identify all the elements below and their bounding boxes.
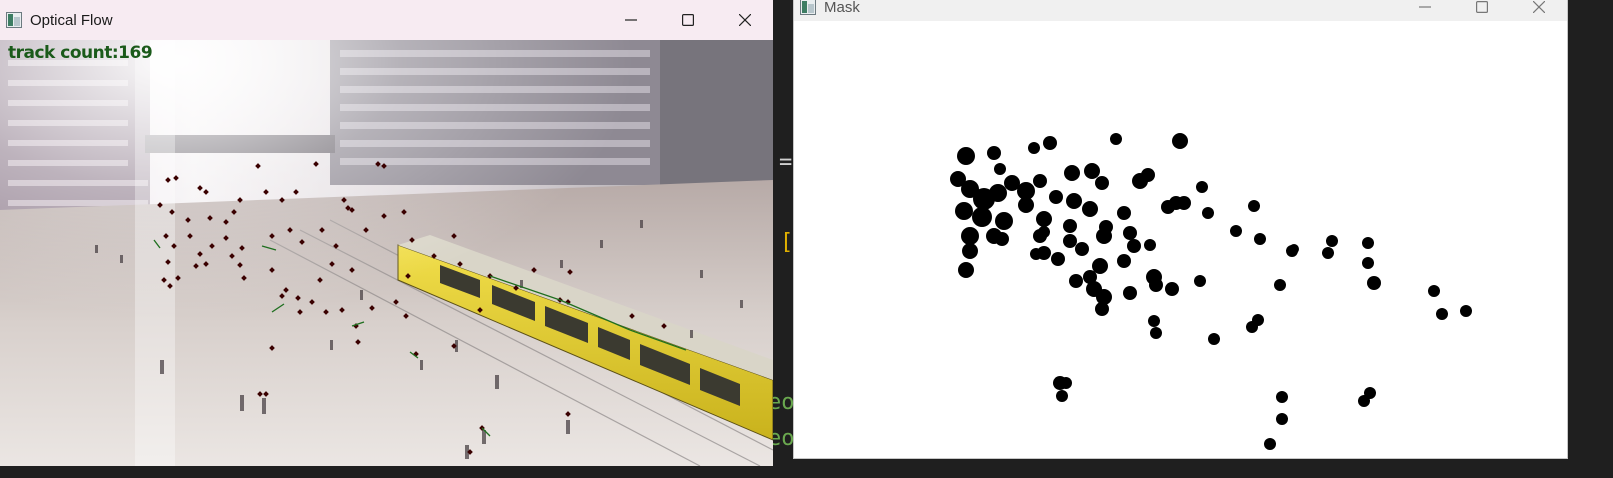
mask-blob — [1326, 235, 1338, 247]
mask-blob — [1127, 239, 1141, 253]
mask-blob — [1063, 219, 1077, 233]
mask-blob — [1148, 315, 1160, 327]
mask-blob — [1252, 314, 1264, 326]
mask-blob — [1064, 165, 1080, 181]
mask-blob — [1289, 244, 1299, 254]
mask-blob — [987, 146, 1001, 160]
close-icon — [738, 14, 751, 26]
mask-blob — [1110, 133, 1122, 145]
maximize-button[interactable] — [659, 0, 716, 40]
street-scene-image — [0, 40, 773, 466]
mask-blob — [1095, 176, 1109, 190]
window-title: Optical Flow — [30, 11, 113, 29]
mask-blob — [1066, 193, 1082, 209]
mask-blob — [995, 212, 1013, 230]
mask-blob — [1460, 305, 1472, 317]
window-controls — [1396, 0, 1567, 21]
mask-blob — [1038, 226, 1050, 238]
mask-blob — [1095, 302, 1109, 316]
mask-blob — [1165, 282, 1179, 296]
maximize-icon — [1475, 1, 1488, 13]
mask-blob — [1123, 226, 1137, 240]
mask-blob — [1177, 196, 1191, 210]
mask-blob — [1362, 237, 1374, 249]
maximize-icon — [681, 14, 694, 26]
mask-blob — [989, 184, 1007, 202]
mask-blob — [1276, 391, 1288, 403]
mask-blob — [1036, 211, 1052, 227]
mask-blob — [1264, 438, 1276, 450]
mask-blob — [1367, 276, 1381, 290]
mask-blob — [1049, 190, 1063, 204]
optical-flow-window[interactable]: Optical Flow track count:169 — [0, 0, 773, 466]
mask-blob — [1248, 200, 1260, 212]
window-controls — [602, 0, 773, 40]
close-icon — [1532, 1, 1545, 13]
mask-blob — [1362, 257, 1374, 269]
mask-blob — [1194, 275, 1206, 287]
mask-blob — [1123, 286, 1137, 300]
mask-blob — [1172, 133, 1188, 149]
mask-blob — [1075, 242, 1089, 256]
maximize-button[interactable] — [1453, 0, 1510, 21]
mask-blob — [1084, 163, 1100, 179]
mask-blob — [1149, 278, 1163, 292]
app-icon — [6, 12, 22, 28]
mask-blob — [1051, 252, 1065, 266]
code-snippet: [ — [780, 230, 794, 255]
minimize-button[interactable] — [602, 0, 659, 40]
mask-blob — [1196, 181, 1208, 193]
video-frame: track count:169 — [0, 40, 773, 466]
code-snippet: = — [779, 150, 793, 175]
mask-blob — [1436, 308, 1448, 320]
mask-blob — [1141, 168, 1155, 182]
mask-blob — [994, 163, 1006, 175]
mask-blob — [1069, 274, 1083, 288]
app-icon — [800, 0, 816, 15]
mask-blob — [1096, 228, 1112, 244]
mask-blob — [1056, 390, 1068, 402]
mask-blob — [1063, 234, 1077, 248]
optical-flow-titlebar[interactable]: Optical Flow — [0, 0, 773, 40]
minimize-button[interactable] — [1396, 0, 1453, 21]
mask-blob — [958, 262, 974, 278]
mask-blob — [1144, 239, 1156, 251]
close-button[interactable] — [716, 0, 773, 40]
mask-blob — [1150, 327, 1162, 339]
mask-blob — [961, 227, 979, 245]
window-title: Mask — [824, 0, 860, 16]
mask-blob — [1230, 225, 1242, 237]
mask-blob — [1018, 197, 1034, 213]
mask-blob — [1208, 333, 1220, 345]
mask-blob — [1037, 246, 1051, 260]
mask-blob — [1428, 285, 1440, 297]
minimize-icon — [624, 19, 637, 21]
mask-blob — [995, 232, 1009, 246]
track-count-label: track count:169 — [8, 43, 153, 63]
mask-blob — [1254, 233, 1266, 245]
close-button[interactable] — [1510, 0, 1567, 21]
mask-blob — [1274, 279, 1286, 291]
mask-blob — [1202, 207, 1214, 219]
mask-blob — [1276, 413, 1288, 425]
mask-blob — [1364, 387, 1376, 399]
mask-blob — [957, 147, 975, 165]
mask-blob — [1033, 174, 1047, 188]
mask-blob — [972, 207, 992, 227]
mask-blob — [1117, 206, 1131, 220]
mask-blob — [1028, 142, 1040, 154]
minimize-icon — [1418, 6, 1431, 8]
mask-blob — [1161, 200, 1175, 214]
mask-titlebar[interactable]: Mask — [794, 0, 1567, 21]
mask-blob — [962, 243, 978, 259]
mask-window[interactable]: Mask — [793, 0, 1568, 459]
mask-blob — [1043, 136, 1057, 150]
mask-blob — [955, 202, 973, 220]
mask-canvas — [794, 21, 1567, 458]
mask-blob — [1322, 247, 1334, 259]
mask-blob — [1060, 377, 1072, 389]
mask-blob — [1082, 201, 1098, 217]
mask-blob — [1117, 254, 1131, 268]
